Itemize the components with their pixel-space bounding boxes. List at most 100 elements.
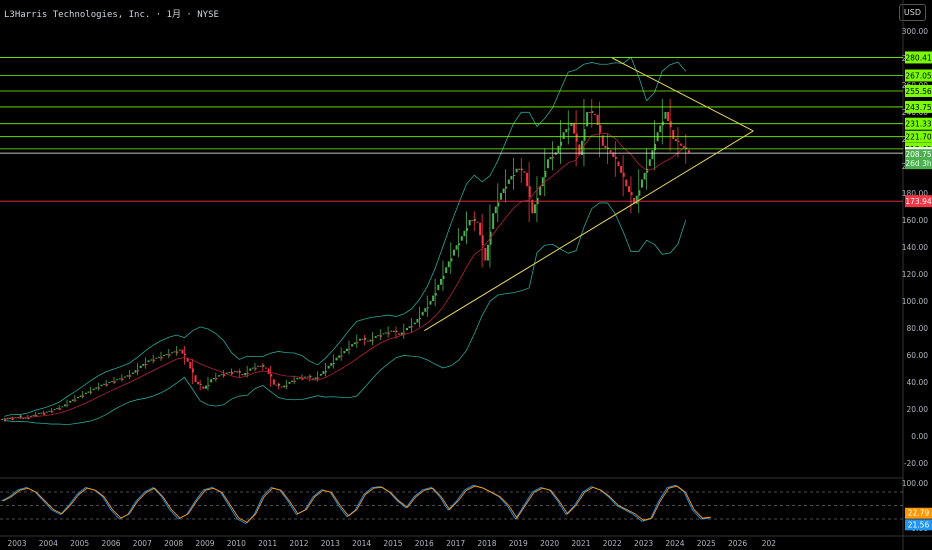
candle: [471, 220, 474, 221]
candle: [390, 330, 393, 332]
candle: [191, 368, 194, 373]
candle: [152, 359, 155, 362]
candle: [583, 129, 586, 141]
candle: [403, 332, 406, 334]
time-tick: 2004: [39, 539, 58, 548]
candle: [377, 335, 380, 337]
candle: [593, 113, 596, 115]
candle: [620, 166, 623, 173]
candle: [476, 221, 479, 223]
candle: [171, 352, 174, 354]
candle: [317, 377, 320, 379]
candle: [499, 193, 502, 200]
candle: [617, 161, 620, 166]
candle: [523, 171, 526, 173]
candle: [11, 418, 14, 421]
candle: [450, 258, 453, 262]
candle: [345, 348, 348, 351]
candle: [131, 372, 134, 374]
candle: [58, 408, 61, 410]
candle: [249, 368, 252, 371]
candle: [61, 406, 64, 408]
stoch-d-label: 21.56: [908, 520, 930, 529]
candle: [103, 383, 106, 385]
candle: [599, 125, 602, 133]
candle: [520, 168, 523, 171]
candle: [325, 371, 328, 373]
candle: [165, 354, 168, 356]
candle: [497, 202, 500, 207]
price-tick: 20.00: [907, 405, 929, 414]
stoch-k-label: 22.79: [908, 509, 930, 518]
candle: [160, 356, 163, 359]
time-tick: 2007: [133, 539, 152, 548]
price-label: 173.94: [905, 197, 931, 206]
candle: [518, 168, 521, 171]
candle: [510, 175, 513, 180]
candle: [468, 220, 471, 226]
candle: [654, 143, 657, 151]
candle: [562, 132, 565, 139]
candle: [100, 384, 103, 387]
time-tick: 2012: [289, 539, 308, 548]
time-tick: 2013: [321, 539, 340, 548]
time-tick: 2011: [258, 539, 277, 548]
candle: [69, 400, 72, 403]
time-tick: 2024: [665, 539, 684, 548]
stoch-d-line: [1, 484, 710, 525]
candle: [643, 172, 646, 180]
price-tick: 40.00: [907, 378, 929, 387]
price-label: 267.05: [905, 71, 931, 80]
candle: [348, 348, 351, 350]
price-label: 255.56: [905, 87, 931, 96]
price-tick: 60.00: [907, 351, 929, 360]
candle: [220, 374, 223, 376]
candle: [361, 338, 364, 340]
candle: [405, 328, 408, 331]
candle: [494, 206, 497, 214]
candle: [627, 186, 630, 193]
candle: [296, 377, 299, 380]
candle: [625, 179, 628, 187]
candle: [567, 128, 570, 130]
candle: [199, 383, 202, 385]
price-tick: -20.00: [904, 459, 928, 468]
price-label: 221.70: [905, 133, 931, 142]
candle: [163, 355, 166, 356]
candle: [121, 378, 124, 381]
price-chart[interactable]: 300.00280.00260.00240.00220.00200.00180.…: [0, 0, 932, 550]
candle: [210, 379, 213, 383]
candle: [288, 382, 291, 384]
candle: [223, 374, 226, 377]
candle: [126, 375, 129, 377]
time-tick: 2020: [540, 539, 559, 548]
candle: [416, 319, 419, 323]
candle: [181, 349, 184, 354]
candle: [429, 301, 432, 305]
candle: [426, 307, 429, 309]
time-tick: 202: [762, 539, 777, 548]
candle: [458, 243, 461, 246]
candle: [528, 186, 531, 198]
candle: [218, 375, 221, 377]
time-tick: 2022: [603, 539, 622, 548]
candle: [314, 377, 317, 380]
time-tick: 2006: [101, 539, 120, 548]
candle: [505, 186, 508, 189]
bollinger-lower: [4, 202, 687, 426]
candle: [254, 367, 257, 370]
candle: [176, 351, 179, 354]
candle: [591, 111, 594, 113]
candle: [139, 365, 142, 369]
countdown-label: 26d 3h: [905, 159, 931, 168]
candle: [531, 199, 534, 214]
candle: [246, 373, 249, 374]
candle: [194, 375, 197, 382]
price-tick: 120.00: [902, 270, 928, 279]
candle: [442, 275, 445, 279]
candle: [207, 385, 210, 387]
candle: [382, 333, 385, 335]
candle: [43, 412, 46, 415]
candle: [604, 145, 607, 148]
candle: [113, 381, 116, 383]
